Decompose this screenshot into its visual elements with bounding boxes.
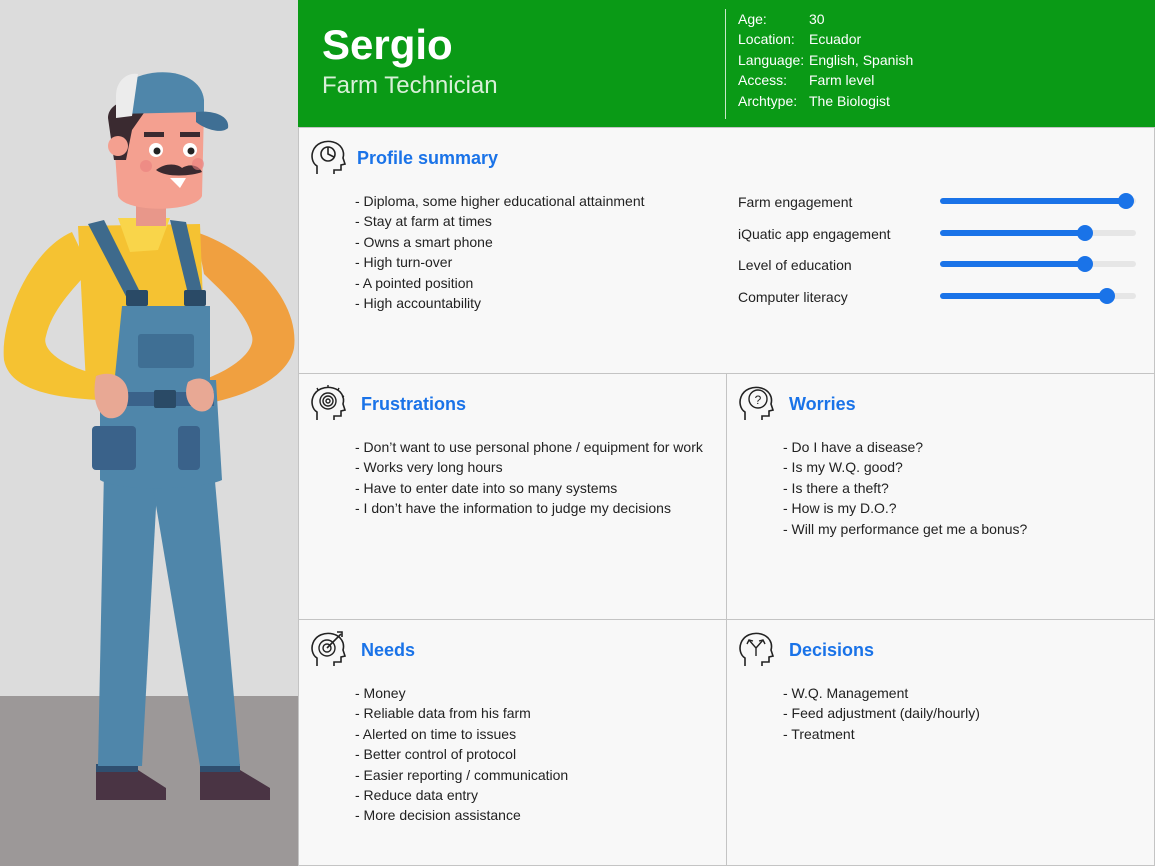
metric-track [940,256,1136,272]
metric-knob [1077,256,1094,272]
fact-location: Location: Ecuador [738,29,913,49]
metric-fill [940,229,1086,236]
needs-section: Needs - Money - Reliable data from his f… [298,619,727,866]
head-target-icon [311,631,347,666]
list-item: - More decision assistance [355,807,521,824]
needs-list: - Money - Reliable data from his farm - … [355,683,568,826]
list-item: - Alerted on time to issues [355,725,517,742]
worries-list: - Do I have a disease? - Is my W.Q. good… [783,437,1027,539]
head-arrows-icon [739,632,775,666]
list-item: - High turn-over [355,254,453,271]
list-item: - Works very long hours [355,459,503,476]
metric-label: iQuatic app engagement [738,225,891,242]
fact-label: Age: [738,11,767,27]
fact-value: Farm level [809,72,875,89]
metric-fill [940,198,1127,204]
fact-label: Archtype: [738,92,798,109]
list-item: - High accountability [355,295,482,312]
list-item: - Don’t want to use personal phone / equ… [355,439,703,455]
persona-facts: Age: 30 Location: Ecuador Language: Engl… [738,9,913,111]
persona-header: Sergio Farm Technician Age: 30 Location:… [298,0,1155,127]
fact-access: Access: Farm level [738,70,913,90]
metric-track [940,287,1136,304]
metric-computer-literacy: Computer literacy [738,287,1138,319]
fact-value: Ecuador [809,31,862,48]
list-item: - Is there a theft? [783,479,889,496]
fact-label: Access: [738,72,788,89]
decisions-title: Decisions [789,640,875,660]
fact-age: Age: 30 [738,9,913,29]
list-item: - Easier reporting / communication [355,766,569,783]
metric-label: Computer literacy [738,288,848,305]
farmer-illustration [3,72,295,800]
persona-role: Farm Technician [322,72,498,99]
list-item: - W.Q. Management [783,685,909,701]
head-question-icon: ? [739,386,775,420]
profile-summary-list: - Diploma, some higher educational attai… [355,191,645,313]
metric-fill [940,292,1107,299]
svg-text:?: ? [755,393,762,407]
fact-archetype: Archtype: The Biologist [738,91,913,111]
fact-value: English, Spanish [809,51,914,68]
profile-summary-section: Profile summary - Diploma, some higher e… [298,127,1155,374]
list-item: - Is my W.Q. good? [783,459,903,476]
list-item: - Treatment [783,725,855,742]
metric-label: Farm engagement [738,194,853,210]
head-spiral-icon [311,385,347,420]
profile-summary-title: Profile summary [357,148,499,168]
frustrations-title: Frustrations [361,394,467,414]
list-item: - Money [355,685,406,701]
list-item: - Have to enter date into so many system… [355,479,618,496]
frustrations-section: Frustrations - Don’t want to use persona… [298,373,727,620]
needs-title: Needs [361,640,416,660]
worries-title: Worries [789,394,856,414]
profile-metrics: Farm engagement iQuatic app engagement L… [738,192,1138,318]
fact-label: Language: [738,51,805,68]
list-item: - Will my performance get me a bonus? [783,520,1028,537]
metric-knob [1098,287,1115,304]
list-item: - I don’t have the information to judge … [355,500,671,517]
list-item: - Feed adjustment (daily/hourly) [783,705,980,722]
fact-value: 30 [809,11,825,27]
list-item: - Reliable data from his farm [355,705,531,722]
list-item: - Do I have a disease? [783,439,924,455]
metric-education: Level of education [738,255,1138,287]
list-item: - Stay at farm at times [355,213,492,230]
list-item: - A pointed position [355,274,474,291]
header-divider [725,9,726,119]
fact-language: Language: English, Spanish [738,50,913,70]
metric-fill [940,261,1086,267]
list-item: - How is my D.O.? [783,500,897,517]
persona-name: Sergio [322,21,453,68]
persona-illustration [0,0,298,866]
list-item: - Diploma, some higher educational attai… [355,193,645,209]
metric-app-engagement: iQuatic app engagement [738,224,1138,256]
metric-knob [1118,193,1135,209]
worries-section: ? Worries - Do I have a disease? - Is my… [726,373,1155,620]
fact-label: Location: [738,31,795,48]
list-item: - Reduce data entry [355,787,478,804]
list-item: - Owns a smart phone [355,233,493,250]
decisions-section: Decisions - W.Q. Management - Feed adjus… [726,619,1155,866]
head-chart-icon [311,140,347,174]
metric-track [940,224,1136,241]
metric-label: Level of education [738,257,852,273]
fact-value: The Biologist [809,92,890,109]
metric-knob [1077,224,1094,241]
list-item: - Better control of protocol [355,746,517,763]
metric-track [940,193,1136,209]
frustrations-list: - Don’t want to use personal phone / equ… [355,437,703,519]
metric-farm-engagement: Farm engagement [738,192,1138,224]
decisions-list: - W.Q. Management - Feed adjustment (dai… [783,683,980,744]
